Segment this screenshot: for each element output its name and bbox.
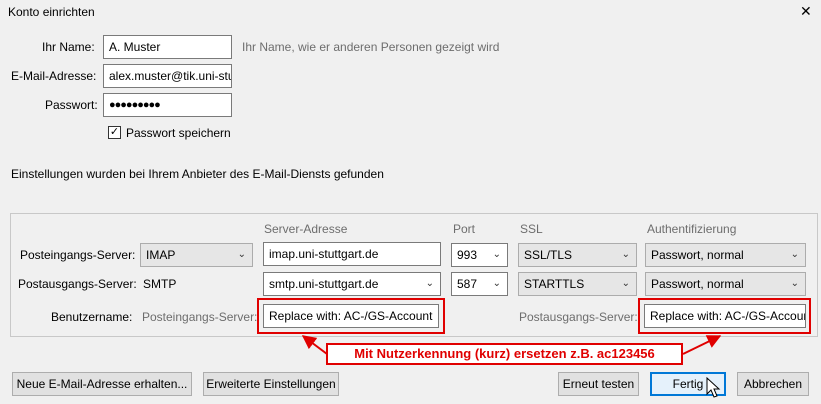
new-email-address-button[interactable]: Neue E-Mail-Adresse erhalten... bbox=[12, 372, 192, 396]
arrow-to-incoming-icon bbox=[301, 335, 328, 355]
cancel-button[interactable]: Abbrechen bbox=[737, 372, 809, 396]
advanced-settings-button[interactable]: Erweiterte Einstellungen bbox=[203, 372, 339, 396]
retest-button[interactable]: Erneut testen bbox=[558, 372, 639, 396]
mouse-cursor-icon bbox=[706, 377, 721, 398]
annotation-callout: Mit Nutzerkennung (kurz) ersetzen z.B. a… bbox=[326, 343, 683, 365]
arrow-to-outgoing-icon bbox=[682, 335, 722, 355]
